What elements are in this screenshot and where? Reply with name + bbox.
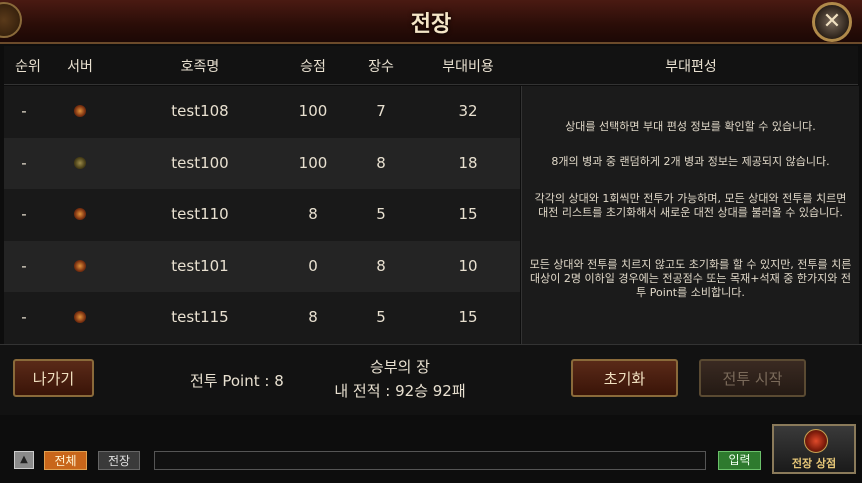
cost-cell: 15 [458, 205, 478, 224]
close-button[interactable]: ✕ [812, 2, 852, 42]
generals-cell: 8 [376, 153, 386, 172]
rank-cell: - [21, 102, 27, 120]
name-cell: test110 [171, 205, 229, 224]
name-cell: test101 [171, 256, 229, 275]
header-name: 호족명 [180, 59, 220, 75]
info-text: 8개의 병과 중 랜덤하게 2개 병과 정보는 제공되지 않습니다. [551, 155, 830, 168]
shop-label: 전장 상점 [791, 457, 837, 470]
rank-cell: - [21, 205, 27, 224]
server-emblem-icon [74, 259, 86, 272]
info-text: 상대를 선택하면 부대 편성 정보를 확인할 수 있습니다. [565, 120, 816, 133]
table-row[interactable]: - test110 8 5 15 [4, 189, 520, 241]
info-text: 각각의 상대와 1회씩만 전투가 가능하며, 모든 상대와 전투를 치르면 대전… [534, 192, 847, 219]
close-icon: ✕ [822, 9, 842, 34]
points-cell: 100 [298, 102, 328, 120]
points-cell: 0 [308, 256, 318, 275]
reset-button[interactable]: 초기화 [571, 359, 678, 397]
battlefield-shop-button[interactable]: 전장 상점 [772, 424, 856, 474]
chat-bar [0, 415, 862, 483]
header-formation: 부대편성 [665, 59, 717, 75]
triangle-up-icon: ▲ [20, 454, 28, 465]
table-row[interactable]: - test115 8 5 15 [4, 292, 520, 344]
cost-cell: 18 [458, 153, 478, 172]
table-row[interactable]: - test101 0 8 10 [4, 240, 520, 293]
server-emblem-icon [74, 156, 86, 169]
header-cost: 부대비용 [442, 59, 494, 75]
chat-input[interactable] [154, 451, 706, 470]
rank-cell: - [21, 256, 27, 275]
server-emblem-icon [74, 311, 86, 324]
exit-button[interactable]: 나가기 [13, 359, 94, 397]
battle-record: 내 전적 : 92승 92패 [334, 382, 466, 400]
channel-battlefield-tab[interactable]: 전장 [98, 451, 140, 470]
battle-points: 전투 Point : 8 [190, 372, 284, 390]
points-cell: 100 [298, 153, 328, 172]
points-cell: 8 [308, 308, 318, 327]
shop-emblem-icon [804, 429, 828, 453]
channel-all-tab[interactable]: 전체 [44, 451, 87, 470]
name-cell: test108 [171, 102, 229, 120]
info-text: 모든 상대와 전투를 치르지 않고도 초기화를 할 수 있지만, 전투를 치른 … [529, 258, 852, 299]
header-server: 서버 [67, 59, 93, 75]
name-cell: test115 [171, 308, 229, 327]
cost-cell: 32 [458, 102, 478, 120]
start-battle-button[interactable]: 전투 시작 [699, 359, 806, 397]
table-row[interactable]: - test100 100 8 18 [4, 137, 520, 190]
window-title: 전장 [410, 12, 452, 37]
result-title: 승부의 장 [370, 358, 430, 376]
rank-cell: - [21, 153, 27, 172]
generals-cell: 7 [376, 102, 386, 120]
points-cell: 8 [308, 205, 318, 224]
cost-cell: 10 [458, 256, 478, 275]
header-generals: 장수 [368, 59, 394, 75]
server-emblem-icon [74, 208, 86, 221]
chat-enter-button[interactable]: 입력 [718, 451, 761, 470]
header-rank: 순위 [15, 59, 41, 75]
chat-toggle-button[interactable]: ▲ [14, 451, 34, 469]
server-emblem-icon [74, 105, 86, 117]
cost-cell: 15 [458, 308, 478, 327]
table-header: 순위 서버 호족명 승점 장수 부대비용 부대편성 [4, 46, 858, 85]
generals-cell: 8 [376, 256, 386, 275]
rank-cell: - [21, 308, 27, 327]
opponent-list: - test108 100 7 32 - test100 100 8 18 - … [4, 86, 520, 344]
name-cell: test100 [171, 153, 229, 172]
generals-cell: 5 [376, 205, 386, 224]
title-bar: 전장 ✕ [0, 0, 862, 44]
header-points: 승점 [300, 59, 326, 75]
formation-info-panel: 상대를 선택하면 부대 편성 정보를 확인할 수 있습니다. 8개의 병과 중 … [521, 86, 859, 344]
generals-cell: 5 [376, 308, 386, 327]
table-row[interactable]: - test108 100 7 32 [4, 86, 520, 138]
